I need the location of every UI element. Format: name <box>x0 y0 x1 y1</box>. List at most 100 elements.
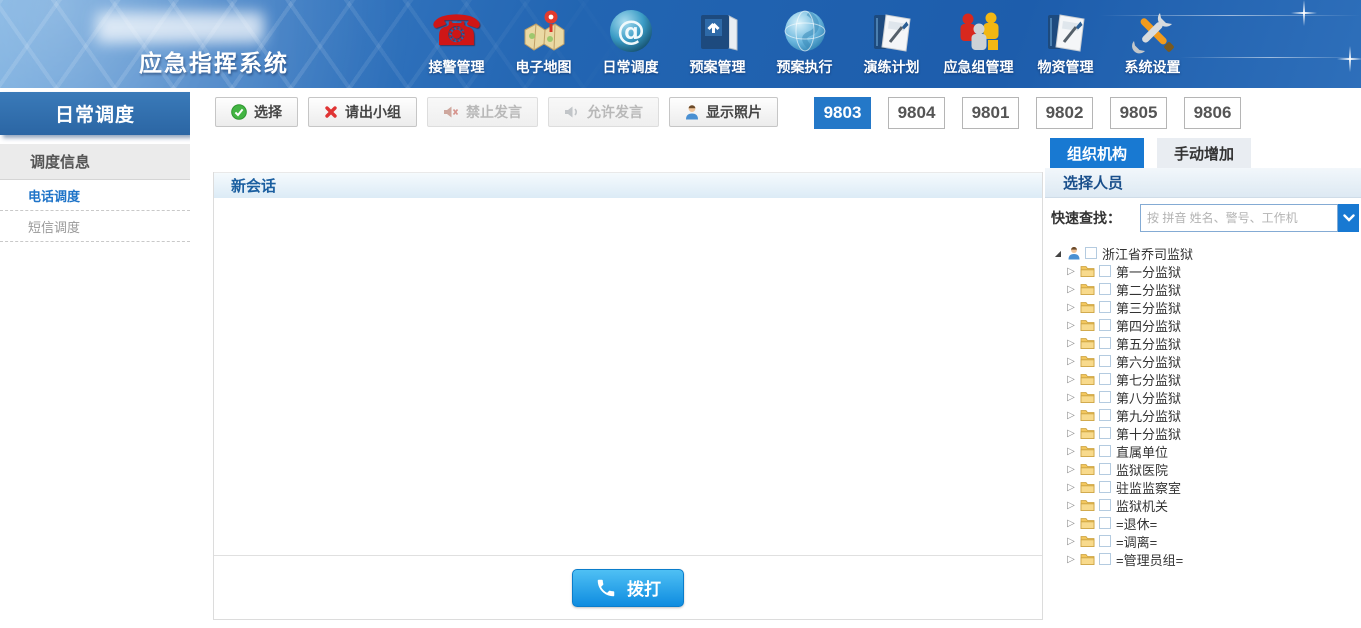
nav-item-emergency-group-management[interactable]: 应急组管理 <box>935 3 1022 87</box>
nav-item-alarm-management[interactable]: ☎ 接警管理 <box>413 3 500 87</box>
tree-checkbox[interactable] <box>1099 499 1111 511</box>
tree-checkbox[interactable] <box>1099 535 1111 547</box>
sidebar-section-dispatch-info[interactable]: 调度信息 <box>0 144 190 180</box>
tree-node-label[interactable]: 第八分监狱 <box>1115 388 1181 407</box>
tree-node-label[interactable]: 第一分监狱 <box>1115 262 1181 281</box>
allow-speaking-button[interactable]: 允许发言 <box>548 97 659 127</box>
tree-checkbox[interactable] <box>1099 283 1111 295</box>
tree-node-label[interactable]: 第三分监狱 <box>1115 298 1181 317</box>
sidebar-item-phone-dispatch[interactable]: 电话调度 <box>0 180 190 211</box>
expand-expander-icon[interactable]: ▷ <box>1066 374 1076 385</box>
remove-from-group-button[interactable]: 请出小组 <box>308 97 417 127</box>
nav-item-materials-management[interactable]: 物资管理 <box>1022 3 1109 87</box>
expand-expander-icon[interactable]: ▷ <box>1066 302 1076 313</box>
tree-node[interactable]: ▷ 第二分监狱 <box>1053 280 1361 298</box>
dial-button[interactable]: 拨打 <box>572 569 684 607</box>
tree-checkbox[interactable] <box>1099 319 1111 331</box>
tree-node[interactable]: ▷ 第三分监狱 <box>1053 298 1361 316</box>
tree-node-label[interactable]: =调离= <box>1115 532 1157 551</box>
show-photo-button[interactable]: 显示照片 <box>669 97 778 127</box>
tree-checkbox[interactable] <box>1099 445 1111 457</box>
expand-expander-icon[interactable]: ▷ <box>1066 536 1076 547</box>
expand-expander-icon[interactable]: ▷ <box>1066 392 1076 403</box>
tree-node[interactable]: ▷ 直属单位 <box>1053 442 1361 460</box>
nav-item-daily-dispatch[interactable]: @ 日常调度 <box>587 3 674 87</box>
tree-node-label[interactable]: 第六分监狱 <box>1115 352 1181 371</box>
expand-expander-icon[interactable]: ▷ <box>1066 482 1076 493</box>
tree-checkbox[interactable] <box>1099 463 1111 475</box>
tree-node-label[interactable]: 第五分监狱 <box>1115 334 1181 353</box>
expand-expander-icon[interactable]: ▷ <box>1066 500 1076 511</box>
tree-node-label[interactable]: 监狱机关 <box>1115 496 1168 515</box>
nav-item-drill-plan[interactable]: 演练计划 <box>848 3 935 87</box>
tree-node-label[interactable]: 第二分监狱 <box>1115 280 1181 299</box>
tree-checkbox[interactable] <box>1099 553 1111 565</box>
tree-checkbox[interactable] <box>1099 391 1111 403</box>
tab-manual-add[interactable]: 手动增加 <box>1157 138 1251 168</box>
expand-expander-icon[interactable]: ▷ <box>1066 428 1076 439</box>
tree-checkbox[interactable] <box>1099 409 1111 421</box>
search-dropdown-button[interactable] <box>1338 204 1359 232</box>
tree-node-label[interactable]: 第七分监狱 <box>1115 370 1181 389</box>
expand-expander-icon[interactable]: ▷ <box>1066 356 1076 367</box>
expand-expander-icon[interactable]: ▷ <box>1066 518 1076 529</box>
nav-item-plan-execution[interactable]: 预案执行 <box>761 3 848 87</box>
expand-expander-icon[interactable]: ▷ <box>1066 338 1076 349</box>
expand-expander-icon[interactable]: ▷ <box>1066 266 1076 277</box>
tree-node-label[interactable]: 第九分监狱 <box>1115 406 1181 425</box>
tree-node[interactable]: ▷ 第一分监狱 <box>1053 262 1361 280</box>
tree-checkbox[interactable] <box>1099 265 1111 277</box>
tree-node-label[interactable]: 驻监监察室 <box>1115 478 1181 497</box>
tree-node[interactable]: ▷ 第八分监狱 <box>1053 388 1361 406</box>
expand-expander-icon[interactable]: ▷ <box>1066 446 1076 457</box>
tree-node[interactable]: ▷ =调离= <box>1053 532 1361 550</box>
tree-node-label[interactable]: 监狱医院 <box>1115 460 1168 479</box>
tree-checkbox[interactable] <box>1099 427 1111 439</box>
tree-node[interactable]: ▷ 监狱机关 <box>1053 496 1361 514</box>
forbid-speaking-button[interactable]: 禁止发言 <box>427 97 538 127</box>
channel-button-9802[interactable]: 9802 <box>1036 97 1093 129</box>
nav-item-electronic-map[interactable]: 电子地图 <box>500 3 587 87</box>
tree-node[interactable]: ▷ 第六分监狱 <box>1053 352 1361 370</box>
sidebar-item-sms-dispatch[interactable]: 短信调度 <box>0 211 190 242</box>
expand-expander-icon[interactable]: ▷ <box>1066 410 1076 421</box>
tree-node-label[interactable]: =管理员组= <box>1115 550 1183 569</box>
expand-expander-icon[interactable]: ▷ <box>1066 464 1076 475</box>
tree-node-label[interactable]: =退休= <box>1115 514 1157 533</box>
tree-node[interactable]: ▷ =管理员组= <box>1053 550 1361 568</box>
tree-checkbox[interactable] <box>1099 481 1111 493</box>
channel-button-9803[interactable]: 9803 <box>814 97 871 129</box>
tree-checkbox[interactable] <box>1099 301 1111 313</box>
tree-checkbox[interactable] <box>1085 247 1097 259</box>
channel-button-9801[interactable]: 9801 <box>962 97 1019 129</box>
expand-expander-icon[interactable]: ▷ <box>1066 284 1076 295</box>
channel-button-9804[interactable]: 9804 <box>888 97 945 129</box>
tree-node-label[interactable]: 第十分监狱 <box>1115 424 1181 443</box>
collapse-expander-icon[interactable]: ◢ <box>1053 249 1063 258</box>
tree-node-label[interactable]: 第四分监狱 <box>1115 316 1181 335</box>
tree-checkbox[interactable] <box>1099 373 1111 385</box>
tree-node[interactable]: ▷ 第九分监狱 <box>1053 406 1361 424</box>
nav-item-plan-management[interactable]: 预案管理 <box>674 3 761 87</box>
tree-node-label[interactable]: 浙江省乔司监狱 <box>1101 244 1193 263</box>
tree-node[interactable]: ▷ 第四分监狱 <box>1053 316 1361 334</box>
expand-expander-icon[interactable]: ▷ <box>1066 554 1076 565</box>
channel-button-9805[interactable]: 9805 <box>1110 97 1167 129</box>
tree-checkbox[interactable] <box>1099 355 1111 367</box>
tree-checkbox[interactable] <box>1099 337 1111 349</box>
tree-node[interactable]: ▷ 驻监监察室 <box>1053 478 1361 496</box>
channel-button-9806[interactable]: 9806 <box>1184 97 1241 129</box>
tree-node-label[interactable]: 直属单位 <box>1115 442 1168 461</box>
tree-checkbox[interactable] <box>1099 517 1111 529</box>
tree-node[interactable]: ▷ 监狱医院 <box>1053 460 1361 478</box>
quick-search-input[interactable] <box>1140 204 1338 232</box>
tree-node[interactable]: ▷ =退休= <box>1053 514 1361 532</box>
nav-item-system-settings[interactable]: 系统设置 <box>1109 3 1196 87</box>
select-button[interactable]: 选择 <box>215 97 298 127</box>
tree-node[interactable]: ▷ 第七分监狱 <box>1053 370 1361 388</box>
tree-node[interactable]: ▷ 第五分监狱 <box>1053 334 1361 352</box>
tree-node[interactable]: ▷ 第十分监狱 <box>1053 424 1361 442</box>
tree-root-node[interactable]: ◢ 浙江省乔司监狱 <box>1053 244 1361 262</box>
tab-organization[interactable]: 组织机构 <box>1050 138 1144 168</box>
expand-expander-icon[interactable]: ▷ <box>1066 320 1076 331</box>
